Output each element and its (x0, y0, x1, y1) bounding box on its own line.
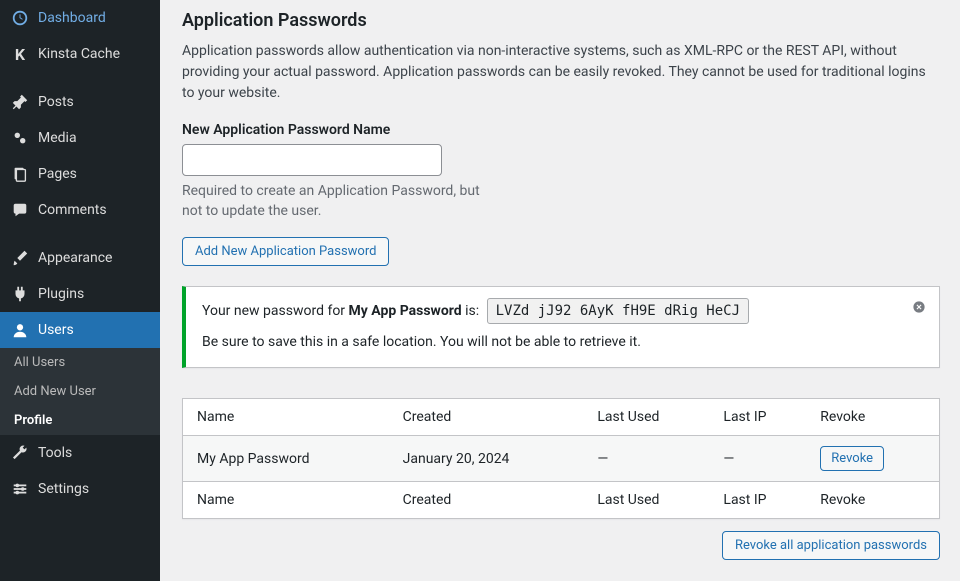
cell-name: My App Password (183, 436, 393, 481)
pages-icon (10, 164, 30, 184)
tf-lastused[interactable]: Last Used (587, 481, 713, 518)
kinsta-icon: K (10, 44, 30, 64)
sidebar-item-media[interactable]: Media (0, 120, 160, 156)
sidebar-item-posts[interactable]: Posts (0, 84, 160, 120)
notice-prefix: Your new password for (202, 303, 349, 319)
sidebar-item-users[interactable]: Users (0, 312, 160, 348)
generated-password: LVZd jJ92 6AyK fH9E dRig HeCJ (487, 298, 749, 324)
revoke-button[interactable]: Revoke (820, 446, 884, 471)
sidebar-item-pages[interactable]: Pages (0, 156, 160, 192)
th-lastip[interactable]: Last IP (713, 399, 810, 436)
sidebar-item-kinsta[interactable]: K Kinsta Cache (0, 36, 160, 72)
sidebar-item-comments[interactable]: Comments (0, 192, 160, 228)
notice-suffix: is: (462, 303, 480, 319)
submenu-all-users[interactable]: All Users (0, 348, 160, 377)
submenu-add-user[interactable]: Add New User (0, 377, 160, 406)
sidebar-item-label: Kinsta Cache (38, 46, 120, 62)
new-password-name-label: New Application Password Name (182, 122, 940, 138)
admin-sidebar: Dashboard K Kinsta Cache Posts Media Pag… (0, 0, 160, 581)
th-lastused[interactable]: Last Used (587, 399, 713, 436)
sidebar-item-label: Comments (38, 202, 107, 218)
tf-revoke: Revoke (810, 481, 939, 518)
add-password-button[interactable]: Add New Application Password (182, 237, 389, 266)
cell-created: January 20, 2024 (393, 436, 588, 481)
sidebar-item-label: Users (38, 322, 74, 338)
sidebar-item-settings[interactable]: Settings (0, 471, 160, 507)
page-description: Application passwords allow authenticati… (182, 41, 940, 104)
th-revoke: Revoke (810, 399, 939, 436)
sidebar-item-dashboard[interactable]: Dashboard (0, 0, 160, 36)
cell-lastip: — (713, 436, 810, 481)
tf-created[interactable]: Created (393, 481, 588, 518)
sidebar-item-plugins[interactable]: Plugins (0, 276, 160, 312)
pin-icon (10, 92, 30, 112)
sidebar-item-label: Tools (38, 445, 72, 461)
comments-icon (10, 200, 30, 220)
application-passwords-table: Name Created Last Used Last IP Revoke My… (182, 398, 940, 519)
main-content: Application Passwords Application passwo… (160, 0, 960, 580)
table-row: My App Password January 20, 2024 — — Rev… (183, 436, 939, 481)
sidebar-item-label: Plugins (38, 286, 84, 302)
sidebar-item-tools[interactable]: Tools (0, 435, 160, 471)
sidebar-item-label: Media (38, 130, 77, 146)
settings-icon (10, 479, 30, 499)
notice-app-name: My App Password (349, 303, 462, 319)
sidebar-item-label: Posts (38, 94, 74, 110)
brush-icon (10, 248, 30, 268)
sidebar-item-appearance[interactable]: Appearance (0, 240, 160, 276)
sidebar-item-label: Pages (38, 166, 77, 182)
th-created[interactable]: Created (393, 399, 588, 436)
dismiss-icon[interactable] (909, 297, 929, 317)
cell-lastused: — (587, 436, 713, 481)
tf-name[interactable]: Name (183, 481, 393, 518)
dashboard-icon (10, 8, 30, 28)
plug-icon (10, 284, 30, 304)
notice-note: Be sure to save this in a safe location.… (202, 332, 923, 353)
sidebar-item-label: Dashboard (38, 10, 106, 26)
revoke-all-button[interactable]: Revoke all application passwords (722, 531, 940, 560)
submenu-profile[interactable]: Profile (0, 406, 160, 435)
th-name[interactable]: Name (183, 399, 393, 436)
wrench-icon (10, 443, 30, 463)
user-icon (10, 320, 30, 340)
page-title: Application Passwords (182, 10, 940, 31)
tf-lastip[interactable]: Last IP (713, 481, 810, 518)
new-password-name-help: Required to create an Application Passwo… (182, 182, 492, 221)
success-notice: Your new password for My App Password is… (182, 286, 940, 368)
new-password-name-input[interactable] (182, 144, 442, 176)
media-icon (10, 128, 30, 148)
sidebar-item-label: Appearance (38, 250, 112, 266)
sidebar-item-label: Settings (38, 481, 89, 497)
